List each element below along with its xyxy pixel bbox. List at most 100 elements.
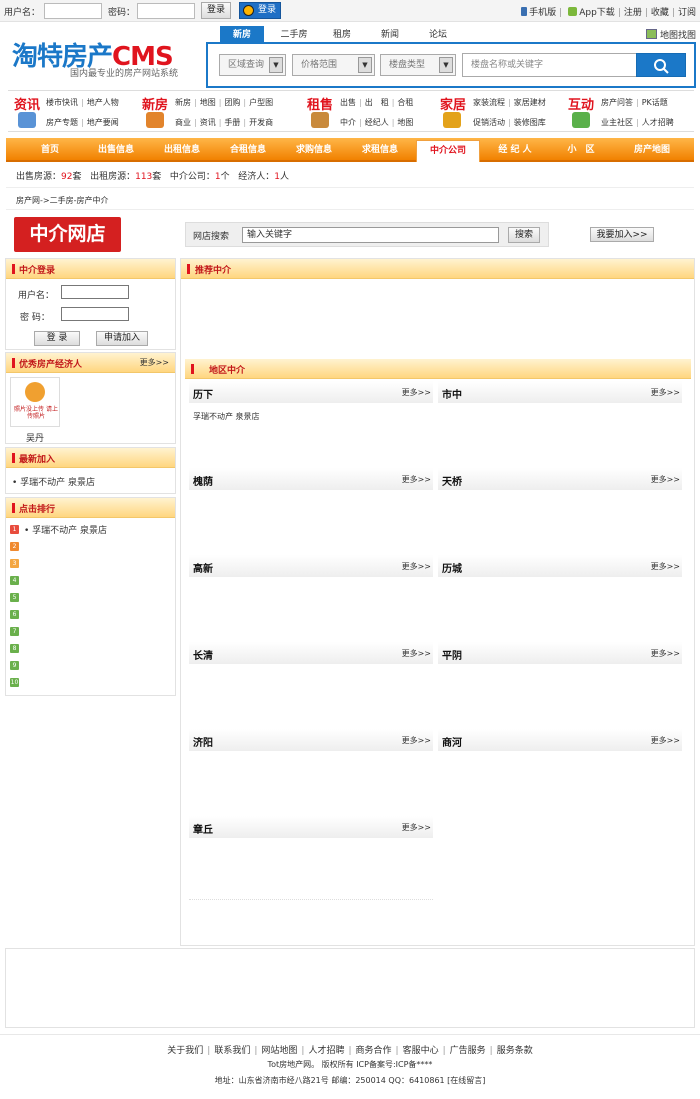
tab-forum[interactable]: 论坛 — [418, 26, 458, 44]
list-item[interactable]: • 孚瑞不动产 泉景店 — [12, 475, 95, 488]
link-favorite[interactable]: 收藏 — [651, 8, 669, 18]
top-login-button[interactable]: 登录 — [201, 2, 231, 19]
qq-login-button[interactable]: 登录 — [239, 2, 282, 19]
nav-link[interactable]: 商业 — [175, 118, 191, 127]
tab-secondhand[interactable]: 二手房 — [272, 26, 316, 44]
area-name[interactable]: 济阳 — [193, 734, 213, 749]
menu-map[interactable]: 房产地图 — [615, 138, 689, 162]
footer-link-sitemap[interactable]: 网站地图 — [261, 1046, 297, 1056]
menu-buy[interactable]: 求购信息 — [282, 138, 346, 162]
list-item[interactable]: 孚瑞不动产 泉景店 — [193, 411, 260, 422]
nav-link[interactable]: 手册 — [224, 118, 240, 127]
nav-link[interactable]: 经纪人 — [365, 118, 389, 127]
top-password-input[interactable] — [137, 3, 195, 19]
area-name[interactable]: 章丘 — [193, 821, 213, 836]
footer-link-contact[interactable]: 联系我们 — [214, 1046, 250, 1056]
more-link[interactable]: 更多>> — [402, 648, 431, 659]
join-button[interactable]: 我要加入>> — [590, 227, 654, 242]
area-name[interactable]: 长清 — [193, 647, 213, 662]
nav-link[interactable]: 团购 — [224, 98, 240, 107]
nav-link[interactable]: 家居建材 — [514, 98, 546, 107]
nav-link[interactable]: 出 — [365, 98, 373, 107]
breadcrumb[interactable]: 房产网->二手房-房产中介 — [16, 195, 108, 206]
nav-link[interactable]: 业主社区 — [601, 118, 633, 127]
broker-photo[interactable]: 照片没上传 请上传照片 — [10, 377, 60, 427]
nav-link[interactable]: 出售 — [340, 98, 356, 107]
menu-home[interactable]: 首页 — [18, 138, 82, 162]
area-name[interactable]: 高新 — [193, 560, 213, 575]
apply-button[interactable]: 申请加入 — [96, 331, 148, 346]
link-register[interactable]: 注册 — [624, 8, 642, 18]
price-select[interactable]: 价格范围 ▼ — [292, 54, 375, 76]
search-button[interactable] — [636, 53, 686, 77]
tab-newhouse[interactable]: 新房 — [220, 26, 264, 44]
rank-item[interactable]: • 孚瑞不动产 泉景店 — [24, 523, 107, 536]
link-app[interactable]: App下载 — [579, 8, 615, 18]
footer-link-terms[interactable]: 服务条款 — [497, 1046, 533, 1056]
nav-link[interactable]: 装修图库 — [514, 118, 546, 127]
area-name[interactable]: 槐荫 — [193, 473, 213, 488]
more-link[interactable]: 更多>> — [140, 357, 169, 368]
nav-link[interactable]: 开发商 — [249, 118, 273, 127]
more-link[interactable]: 更多>> — [402, 822, 431, 833]
nav-link[interactable]: 房产专题 — [46, 118, 78, 127]
keyword-input[interactable]: 楼盘名称或关键字 — [462, 53, 638, 77]
link-subscribe[interactable]: 订阅 — [678, 8, 696, 18]
tab-rent[interactable]: 租房 — [322, 26, 362, 44]
link-mobile[interactable]: 手机版 — [529, 8, 556, 18]
nav-link[interactable]: 房产问答 — [601, 98, 633, 107]
nav-link[interactable]: 合租 — [397, 98, 413, 107]
nav-title-home[interactable]: 家居 — [440, 94, 466, 113]
footer-link-business[interactable]: 商务合作 — [356, 1046, 392, 1056]
nav-link[interactable]: 家装流程 — [473, 98, 505, 107]
footer-link-ads[interactable]: 广告服务 — [450, 1046, 486, 1056]
broker-name[interactable]: 吴丹 — [26, 431, 44, 444]
nav-link[interactable]: 楼市快讯 — [46, 98, 78, 107]
login-password-input[interactable] — [61, 307, 129, 321]
tab-news[interactable]: 新闻 — [370, 26, 410, 44]
menu-rent[interactable]: 出租信息 — [150, 138, 214, 162]
nav-title-rentsale[interactable]: 租售 — [307, 94, 333, 113]
nav-link[interactable]: 中介 — [340, 118, 356, 127]
nav-title-interact[interactable]: 互动 — [568, 94, 594, 113]
nav-link[interactable]: 地产要闻 — [87, 118, 119, 127]
nav-link[interactable]: PK话题 — [642, 98, 668, 107]
nav-link[interactable]: 租 — [381, 98, 389, 107]
footer-link-service[interactable]: 客服中心 — [403, 1046, 439, 1056]
more-link[interactable]: 更多>> — [402, 387, 431, 398]
area-name[interactable]: 商河 — [442, 734, 462, 749]
menu-want-rent[interactable]: 求租信息 — [348, 138, 412, 162]
shop-search-input[interactable]: 输入关键字 — [242, 227, 499, 243]
more-link[interactable]: 更多>> — [651, 561, 680, 572]
nav-link[interactable]: 资讯 — [200, 118, 216, 127]
type-select[interactable]: 楼盘类型 ▼ — [380, 54, 456, 76]
nav-link[interactable]: 人才招聘 — [642, 118, 674, 127]
area-name[interactable]: 天桥 — [442, 473, 462, 488]
area-name[interactable]: 历城 — [442, 560, 462, 575]
nav-link[interactable]: 新房 — [175, 98, 191, 107]
login-username-input[interactable] — [61, 285, 129, 299]
footer-link-about[interactable]: 关于我们 — [167, 1046, 203, 1056]
more-link[interactable]: 更多>> — [651, 387, 680, 398]
nav-title-newhouse[interactable]: 新房 — [142, 94, 168, 113]
district-select[interactable]: 区域查询 ▼ — [219, 54, 286, 76]
top-username-input[interactable] — [44, 3, 102, 19]
shop-search-button[interactable]: 搜索 — [508, 227, 540, 243]
nav-link[interactable]: 户型图 — [249, 98, 273, 107]
menu-broker[interactable]: 经 纪 人 — [483, 138, 547, 162]
nav-link[interactable]: 地图 — [397, 118, 413, 127]
menu-share-rent[interactable]: 合租信息 — [216, 138, 280, 162]
nav-link[interactable]: 促销活动 — [473, 118, 505, 127]
more-link[interactable]: 更多>> — [402, 735, 431, 746]
menu-sale[interactable]: 出售信息 — [84, 138, 148, 162]
login-button[interactable]: 登 录 — [34, 331, 80, 346]
area-name[interactable]: 市中 — [442, 386, 462, 401]
more-link[interactable]: 更多>> — [402, 561, 431, 572]
map-find-link[interactable]: 地图找图 — [645, 28, 696, 41]
more-link[interactable]: 更多>> — [651, 735, 680, 746]
menu-community[interactable]: 小 区 — [549, 138, 613, 162]
footer-link-jobs[interactable]: 人才招聘 — [308, 1046, 344, 1056]
more-link[interactable]: 更多>> — [402, 474, 431, 485]
nav-link[interactable]: 地图 — [200, 98, 216, 107]
menu-agency[interactable]: 中介公司 — [416, 140, 480, 162]
